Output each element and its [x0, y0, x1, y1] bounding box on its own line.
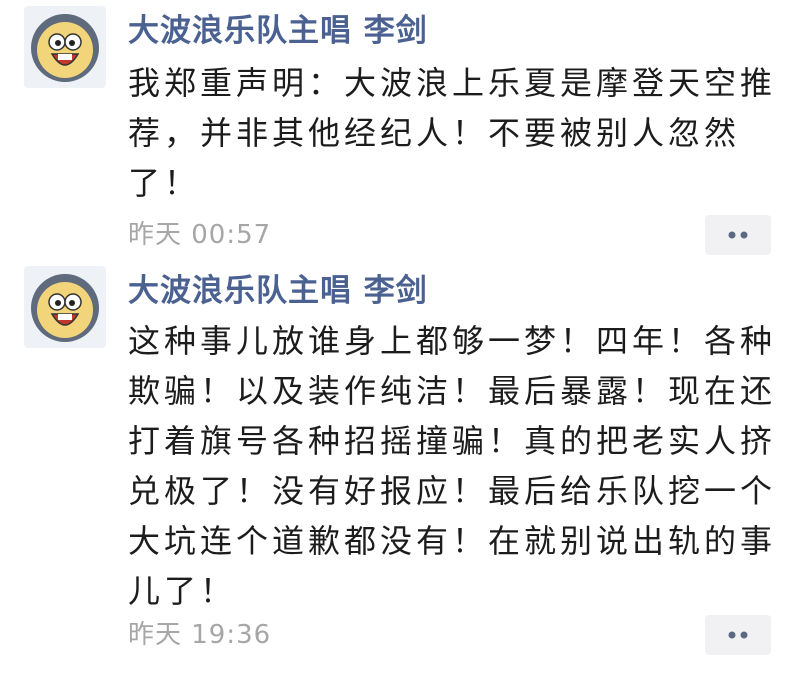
comment-timestamp: 昨天 19:36	[128, 620, 272, 650]
comment-feed: 大波浪乐队主唱 李剑 我郑重声明：大波浪上乐夏是摩登天空推荐，并非其他经纪人！不…	[0, 0, 800, 673]
comment-item: 大波浪乐队主唱 李剑 这种事儿放谁身上都够一梦！四年！各种欺骗！以及装作纯洁！最…	[0, 266, 800, 666]
more-dots-icon	[728, 631, 748, 639]
comment-item: 大波浪乐队主唱 李剑 我郑重声明：大波浪上乐夏是摩登天空推荐，并非其他经纪人！不…	[0, 6, 800, 256]
comment-timestamp: 昨天 00:57	[128, 220, 272, 250]
comment-text: 这种事儿放谁身上都够一梦！四年！各种欺骗！以及装作纯洁！最后暴露！现在还打着旗号…	[128, 322, 777, 610]
cartoon-face-avatar-icon	[31, 14, 99, 82]
avatar[interactable]	[24, 6, 106, 88]
more-button[interactable]	[705, 215, 771, 255]
author-name[interactable]: 大波浪乐队主唱 李剑	[128, 268, 428, 314]
comment-text: 我郑重声明：大波浪上乐夏是摩登天空推荐，并非其他经纪人！不要被别人忽然了！	[128, 64, 777, 202]
more-button[interactable]	[705, 615, 771, 655]
cartoon-face-avatar-icon	[31, 274, 99, 342]
author-name[interactable]: 大波浪乐队主唱 李剑	[128, 8, 428, 54]
more-dots-icon	[728, 231, 748, 239]
avatar[interactable]	[24, 266, 106, 348]
